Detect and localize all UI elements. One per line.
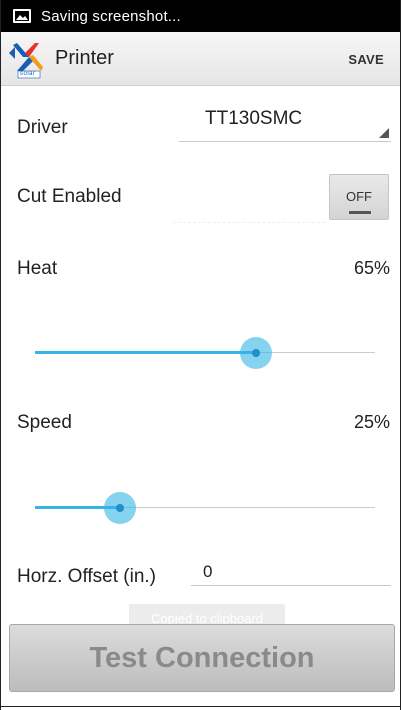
heat-label: Heat [17,258,58,279]
speed-label: Speed [17,412,72,433]
toggle-state-text: OFF [346,189,372,204]
speed-slider[interactable] [35,488,375,528]
divider [1,706,400,707]
action-bar: solar Printer SAVE [1,32,400,86]
slider-thumb[interactable] [240,337,272,369]
heat-value: 65% [353,258,390,278]
driver-label: Driver [17,117,68,138]
overlay-box [173,222,325,289]
offset-label: Horz. Offset (in.) [17,566,157,587]
image-icon [13,9,31,23]
dropdown-arrow-icon [379,128,389,138]
status-text: Saving screenshot... [41,7,181,25]
screen: Saving screenshot... solar Printer SAVE … [0,0,401,710]
app-logo[interactable]: solar [9,39,45,79]
driver-spinner[interactable]: TT130SMC [179,104,391,142]
speed-value: 25% [353,412,390,432]
driver-value: TT130SMC [205,108,303,129]
slider-thumb[interactable] [104,492,136,524]
logo-text: solar [20,70,36,77]
cut-enabled-label: Cut Enabled [17,186,122,207]
toggle-indicator [349,211,371,214]
heat-slider[interactable] [35,333,375,373]
slider-fill [35,351,256,354]
status-bar: Saving screenshot... [1,0,400,32]
save-button[interactable]: SAVE [344,32,388,86]
offset-input[interactable] [191,558,391,586]
cut-enabled-toggle[interactable]: OFF [329,174,389,220]
test-connection-button[interactable]: Test Connection [9,624,395,692]
page-title: Printer [55,47,114,69]
